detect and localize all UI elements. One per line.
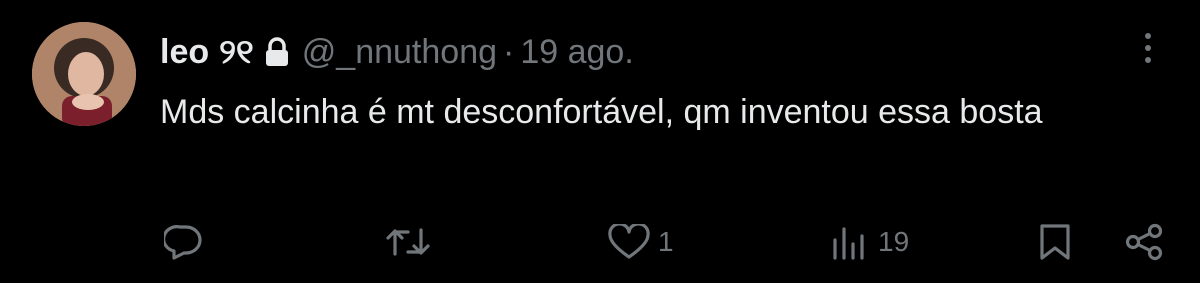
- views-icon: [833, 227, 864, 260]
- tweet-date[interactable]: 19 ago.: [520, 33, 633, 72]
- like-button[interactable]: 1: [608, 222, 674, 262]
- avatar-image: [32, 22, 136, 126]
- name-emoji: ୨୧: [219, 32, 254, 71]
- retweet-button[interactable]: [386, 222, 438, 262]
- reply-icon: [164, 225, 202, 260]
- tweet-text: Mds calcinha é mt desconfortável, qm inv…: [160, 93, 1043, 131]
- like-count: 1: [658, 226, 674, 257]
- bookmark-button[interactable]: [1038, 222, 1072, 262]
- share-button[interactable]: [1124, 222, 1164, 262]
- share-icon: [1125, 223, 1163, 261]
- heart-icon: [608, 224, 650, 259]
- views-button[interactable]: 19: [830, 222, 909, 262]
- reply-button[interactable]: [164, 222, 210, 262]
- separator-dot: ·: [503, 32, 515, 71]
- tweet-header: leo ୨୧ @_nnuthong · 19 ago.: [160, 28, 634, 76]
- lock-icon: [264, 37, 290, 67]
- display-name[interactable]: leo: [160, 33, 209, 72]
- tweet[interactable]: leo ୨୧ @_nnuthong · 19 ago. Mds calcinha…: [0, 0, 1200, 283]
- views-count: 19: [878, 226, 910, 257]
- avatar[interactable]: [32, 22, 136, 126]
- more-icon: [1145, 33, 1151, 63]
- action-bar: 1 19: [0, 214, 1200, 270]
- bookmark-icon: [1040, 224, 1070, 260]
- more-button[interactable]: [1130, 30, 1166, 66]
- user-handle[interactable]: @_nnuthong: [302, 33, 497, 72]
- retweet-icon: [386, 228, 430, 256]
